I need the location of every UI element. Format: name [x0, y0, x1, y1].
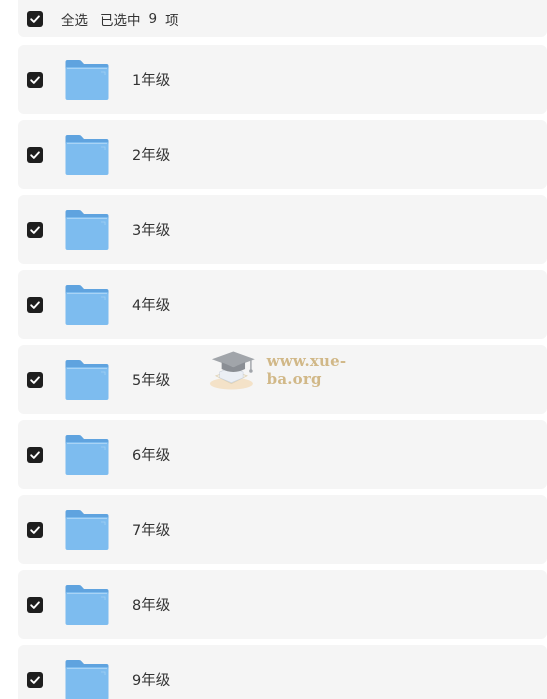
checkmark-icon [30, 375, 40, 384]
folder-name[interactable]: 5年级 [132, 369, 170, 390]
folder-row[interactable]: 7年级 [18, 495, 547, 564]
folder-icon-wrapper [64, 509, 110, 551]
folder-checkbox[interactable] [27, 446, 43, 463]
checkmark-icon [30, 75, 40, 84]
checkmark-icon [30, 300, 40, 309]
folder-checkbox[interactable] [27, 146, 43, 163]
folder-name[interactable]: 3年级 [132, 219, 170, 240]
folder-icon [65, 434, 109, 475]
checkmark-icon [30, 14, 40, 23]
checkmark-icon [30, 450, 40, 459]
folder-checkbox[interactable] [27, 221, 43, 238]
folder-icon-wrapper [64, 584, 110, 626]
folder-icon-wrapper [64, 59, 110, 101]
folder-name[interactable]: 1年级 [132, 69, 170, 90]
folder-checkbox[interactable] [27, 71, 43, 88]
folder-name[interactable]: 7年级 [132, 519, 170, 540]
folder-icon [65, 359, 109, 400]
selection-header: 全选 已选中 9 项 [18, 0, 547, 37]
folder-checkbox[interactable] [27, 371, 43, 388]
folder-row[interactable]: 2年级 [18, 120, 547, 189]
folder-row[interactable]: 8年级 [18, 570, 547, 639]
folder-row[interactable]: 1年级 [18, 45, 547, 114]
folder-name[interactable]: 4年级 [132, 294, 170, 315]
folder-icon [65, 509, 109, 550]
folder-icon-wrapper [64, 359, 110, 401]
folder-row[interactable]: 4年级 [18, 270, 547, 339]
folder-row[interactable]: 6年级 [18, 420, 547, 489]
select-all-checkbox[interactable] [27, 10, 43, 27]
folder-name[interactable]: 8年级 [132, 594, 170, 615]
folder-icon [65, 584, 109, 625]
checkmark-icon [30, 600, 40, 609]
folder-row[interactable]: 5年级 [18, 345, 547, 414]
folder-icon-wrapper [64, 434, 110, 476]
folder-name[interactable]: 9年级 [132, 669, 170, 690]
folder-list: 1年级 2年级 3年级 4年级 5年级 6年级 7年级 8年级 9年级 [18, 45, 547, 699]
selected-label: 已选中 [100, 12, 141, 29]
selection-summary: 全选 已选中 9 项 [61, 9, 179, 29]
checkmark-icon [30, 525, 40, 534]
folder-row[interactable]: 3年级 [18, 195, 547, 264]
folder-icon [65, 134, 109, 175]
checkmark-icon [30, 675, 40, 684]
folder-icon-wrapper [64, 134, 110, 176]
checkmark-icon [30, 225, 40, 234]
folder-name[interactable]: 6年级 [132, 444, 170, 465]
folder-icon [65, 209, 109, 250]
folder-row[interactable]: 9年级 [18, 645, 547, 699]
folder-icon [65, 659, 109, 699]
checkmark-icon [30, 150, 40, 159]
select-all-label[interactable]: 全选 [61, 9, 88, 29]
folder-icon [65, 284, 109, 325]
folder-checkbox[interactable] [27, 596, 43, 613]
folder-checkbox[interactable] [27, 296, 43, 313]
folder-icon [65, 59, 109, 100]
folder-icon-wrapper [64, 209, 110, 251]
folder-checkbox[interactable] [27, 521, 43, 538]
folder-checkbox[interactable] [27, 671, 43, 688]
selected-unit: 项 [165, 12, 179, 29]
selected-count: 9 [148, 10, 158, 27]
folder-icon-wrapper [64, 284, 110, 326]
folder-name[interactable]: 2年级 [132, 144, 170, 165]
file-selection-page: 全选 已选中 9 项 1年级 2年级 3年级 4年级 5年级 6年级 7年级 8年级 9年级 w… [0, 0, 547, 699]
folder-icon-wrapper [64, 659, 110, 699]
